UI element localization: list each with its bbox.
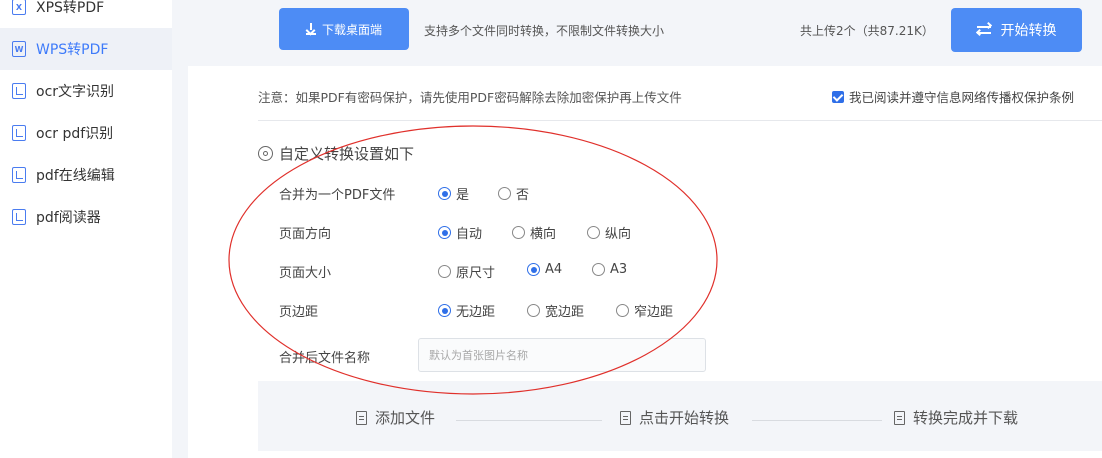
radio-button[interactable] [512,226,525,239]
document-icon [12,209,26,225]
merge-label: 合并为一个PDF文件 [279,188,396,203]
upload-tip: 支持多个文件同时转换，不限制文件转换大小 [424,24,665,38]
step-label: 转换完成并下载 [913,409,1019,427]
sidebar-item-pdf-edit[interactable]: pdf在线编辑 [0,154,172,196]
download-icon [305,23,316,35]
radio-label: 无边距 [456,305,496,320]
filename-input[interactable] [418,338,706,372]
radio-label: 原尺寸 [456,266,496,281]
password-notice: 注意：如果PDF有密码保护，请先使用PDF密码解除去除加密保护再上传文件 [258,90,682,105]
radio-label: 窄边距 [634,305,674,320]
file-icon [894,410,905,425]
radio-button[interactable] [587,226,600,239]
document-icon [12,83,26,99]
file-icon [620,410,631,425]
document-icon [12,167,26,183]
radio-label: A3 [610,262,628,277]
sidebar-item-ocr-text[interactable]: ocr文字识别 [0,70,172,112]
radio-button[interactable] [438,226,451,239]
sidebar-item-wps-to-pdf[interactable]: W WPS转PDF [0,28,172,70]
settings-title-text: 自定义转换设置如下 [279,145,415,163]
page-size-option-original[interactable]: 原尺寸 [438,262,495,281]
step-download: 转换完成并下载 [894,407,1018,428]
orientation-option-auto[interactable]: 自动 [438,223,482,242]
agree-checkbox[interactable] [832,90,844,103]
sidebar-item-xps-to-pdf[interactable]: X XPS转PDF [0,0,172,28]
settings-icon [258,146,273,161]
download-desktop-label: 下载桌面端 [321,22,382,37]
step-connector [456,420,602,421]
radio-button[interactable] [438,304,451,317]
radio-button[interactable] [498,187,511,200]
upload-count: 共上传2个（共87.21K） [800,24,934,38]
agree-terms[interactable]: 我已阅读并遵守信息网络传播权保护条例 [832,87,1074,106]
radio-button[interactable] [527,304,540,317]
document-icon [12,125,26,141]
orientation-option-landscape[interactable]: 横向 [512,223,556,242]
xps-file-icon: X [12,0,26,15]
merge-option-yes[interactable]: 是 [438,184,469,203]
step-start-convert: 点击开始转换 [620,407,729,428]
orientation-label: 页面方向 [279,227,332,242]
radio-button[interactable] [592,263,605,276]
margin-option-none[interactable]: 无边距 [438,301,495,320]
sidebar-item-label: pdf阅读器 [36,210,101,226]
sidebar: X XPS转PDF W WPS转PDF ocr文字识别 ocr pdf识别 pd… [0,0,172,458]
start-convert-label: 开始转换 [1000,23,1057,39]
sidebar-item-label: ocr文字识别 [36,84,115,100]
upload-toolbar: 下载桌面端 支持多个文件同时转换，不限制文件转换大小 共上传2个（共87.21K… [188,0,1102,66]
radio-button[interactable] [438,265,451,278]
radio-label: 纵向 [605,227,632,242]
filename-label: 合并后文件名称 [279,351,371,366]
step-label: 点击开始转换 [639,409,730,427]
step-add-file: 添加文件 [356,407,435,428]
sidebar-item-label: ocr pdf识别 [36,126,114,142]
swap-arrows-icon [975,21,992,37]
divider [258,120,1102,121]
radio-label: 宽边距 [545,305,585,320]
sidebar-item-ocr-pdf[interactable]: ocr pdf识别 [0,112,172,154]
sidebar-item-label: pdf在线编辑 [36,168,115,184]
steps-bar: 添加文件 点击开始转换 转换完成并下载 [258,381,1102,451]
margin-option-narrow[interactable]: 窄边距 [616,301,673,320]
radio-label: 是 [456,188,470,203]
page-size-option-a3[interactable]: A3 [592,262,627,277]
orientation-option-portrait[interactable]: 纵向 [587,223,631,242]
margin-option-wide[interactable]: 宽边距 [527,301,584,320]
sidebar-item-label: XPS转PDF [36,0,105,16]
start-convert-button[interactable]: 开始转换 [951,8,1082,52]
sidebar-item-label: WPS转PDF [36,42,109,58]
main-panel: 下载桌面端 支持多个文件同时转换，不限制文件转换大小 共上传2个（共87.21K… [188,0,1102,458]
step-label: 添加文件 [375,409,436,427]
margin-label: 页边距 [279,305,319,320]
settings-title: 自定义转换设置如下 [258,143,414,164]
radio-label: A4 [545,262,563,277]
radio-button[interactable] [527,263,540,276]
step-connector [752,420,882,421]
radio-label: 自动 [456,227,483,242]
radio-label: 否 [516,188,530,203]
radio-label: 横向 [530,227,557,242]
agree-label: 我已阅读并遵守信息网络传播权保护条例 [849,90,1075,105]
merge-option-no[interactable]: 否 [498,184,529,203]
page-size-option-a4[interactable]: A4 [527,262,562,277]
sidebar-item-pdf-reader[interactable]: pdf阅读器 [0,196,172,238]
page-size-label: 页面大小 [279,266,332,281]
file-icon [356,410,367,425]
page-root: X XPS转PDF W WPS转PDF ocr文字识别 ocr pdf识别 pd… [0,0,1102,458]
radio-button[interactable] [438,187,451,200]
radio-button[interactable] [616,304,629,317]
download-desktop-button[interactable]: 下载桌面端 [279,8,409,50]
wps-file-icon: W [12,41,26,57]
